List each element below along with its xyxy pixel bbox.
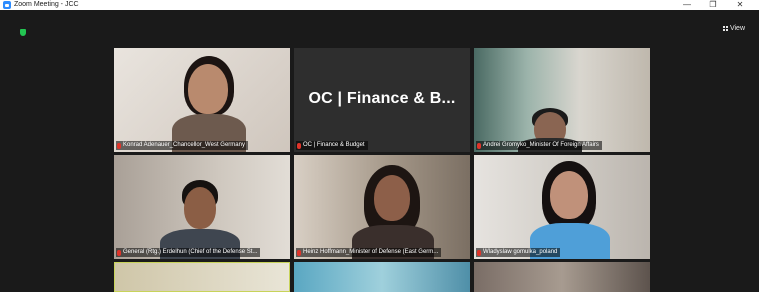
mic-muted-icon bbox=[297, 249, 301, 256]
participant-name-tag: General (Rtg.) Erdelhun (Chief of the De… bbox=[116, 248, 261, 257]
mic-muted-icon bbox=[117, 142, 121, 149]
video-tile[interactable]: General (Rtg.) Erdelhun (Chief of the De… bbox=[114, 155, 290, 259]
mic-muted-icon bbox=[297, 142, 301, 149]
participant-name: Andrei Gromyko_Minister Of Foreign Affai… bbox=[483, 142, 599, 148]
meeting-stage: View Konrad Adenauer_Chancellor_West Ger… bbox=[0, 10, 759, 292]
participant-name: General (Rtg.) Erdelhun (Chief of the De… bbox=[123, 249, 258, 255]
participant-name: Heinz Hoffmann_Minister of Defense (East… bbox=[303, 249, 439, 255]
participant-name-tag: Heinz Hoffmann_Minister of Defense (East… bbox=[296, 248, 442, 257]
mic-muted-icon bbox=[477, 142, 481, 149]
video-tile[interactable]: Andrei Gromyko_Minister Of Foreign Affai… bbox=[474, 48, 650, 152]
participant-name: Wladyslaw gomulka_poland bbox=[483, 249, 558, 255]
participant-name-tag: Wladyslaw gomulka_poland bbox=[476, 248, 561, 257]
view-label: View bbox=[729, 25, 745, 32]
participant-name: OC | Finance & Budget bbox=[303, 142, 365, 148]
zoom-app-icon bbox=[3, 1, 11, 9]
video-tile-video-off[interactable]: OC | Finance & B... OC | Finance & Budge… bbox=[294, 48, 470, 152]
participant-name-tag: Konrad Adenauer_Chancellor_West Germany bbox=[116, 141, 248, 150]
participant-name-tag: OC | Finance & Budget bbox=[296, 141, 368, 150]
security-shield-icon[interactable] bbox=[20, 29, 26, 36]
window-title: Zoom Meeting - JCC bbox=[14, 1, 79, 8]
close-button[interactable]: ✕ bbox=[733, 0, 747, 10]
view-button[interactable]: View bbox=[722, 25, 745, 32]
mic-muted-icon bbox=[117, 249, 121, 256]
participant-name-tag: Andrei Gromyko_Minister Of Foreign Affai… bbox=[476, 141, 602, 150]
video-tile[interactable]: Konrad Adenauer_Chancellor_West Germany bbox=[114, 48, 290, 152]
minimize-button[interactable]: — bbox=[680, 0, 694, 10]
grid-icon bbox=[722, 26, 728, 31]
participant-display-name: OC | Finance & B... bbox=[308, 90, 456, 107]
video-tile[interactable]: Heinz Hoffmann_Minister of Defense (East… bbox=[294, 155, 470, 259]
participant-name: Konrad Adenauer_Chancellor_West Germany bbox=[123, 142, 245, 148]
restore-button[interactable]: ❐ bbox=[706, 0, 720, 10]
mic-muted-icon bbox=[477, 249, 481, 256]
video-tile[interactable]: Wladyslaw gomulka_poland bbox=[474, 155, 650, 259]
window-title-bar: Zoom Meeting - JCC — ❐ ✕ bbox=[0, 0, 759, 10]
